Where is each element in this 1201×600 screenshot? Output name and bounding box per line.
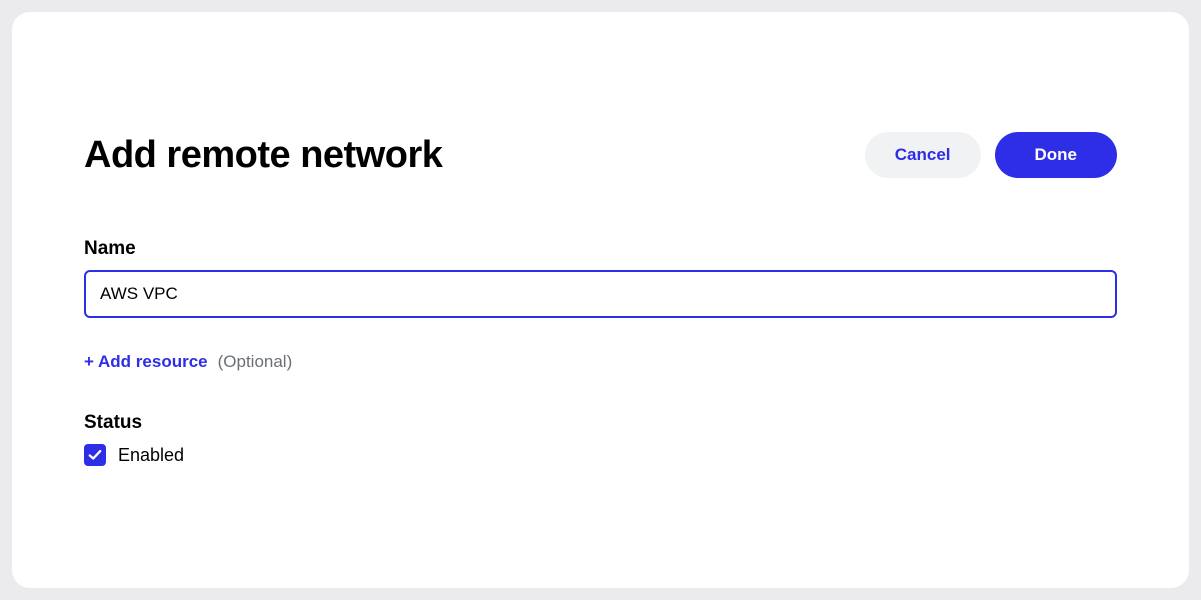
check-icon xyxy=(88,448,102,462)
add-resource-optional-text: (Optional) xyxy=(218,352,293,372)
header-row: Add remote network Cancel Done xyxy=(84,132,1117,178)
status-row: Enabled xyxy=(84,444,1117,466)
name-field-label: Name xyxy=(84,238,1117,260)
header-buttons: Cancel Done xyxy=(865,132,1117,178)
status-checkbox[interactable] xyxy=(84,444,106,466)
name-input[interactable] xyxy=(84,270,1117,318)
status-field-label: Status xyxy=(84,412,1117,434)
page-title: Add remote network xyxy=(84,134,442,177)
name-field: Name xyxy=(84,238,1117,318)
status-checkbox-label: Enabled xyxy=(118,445,184,466)
add-resource-row: + Add resource (Optional) xyxy=(84,352,1117,372)
cancel-button[interactable]: Cancel xyxy=(865,132,981,178)
status-field: Status Enabled xyxy=(84,412,1117,466)
modal-panel: Add remote network Cancel Done Name + Ad… xyxy=(12,12,1189,588)
add-resource-link[interactable]: + Add resource xyxy=(84,352,208,372)
done-button[interactable]: Done xyxy=(995,132,1118,178)
